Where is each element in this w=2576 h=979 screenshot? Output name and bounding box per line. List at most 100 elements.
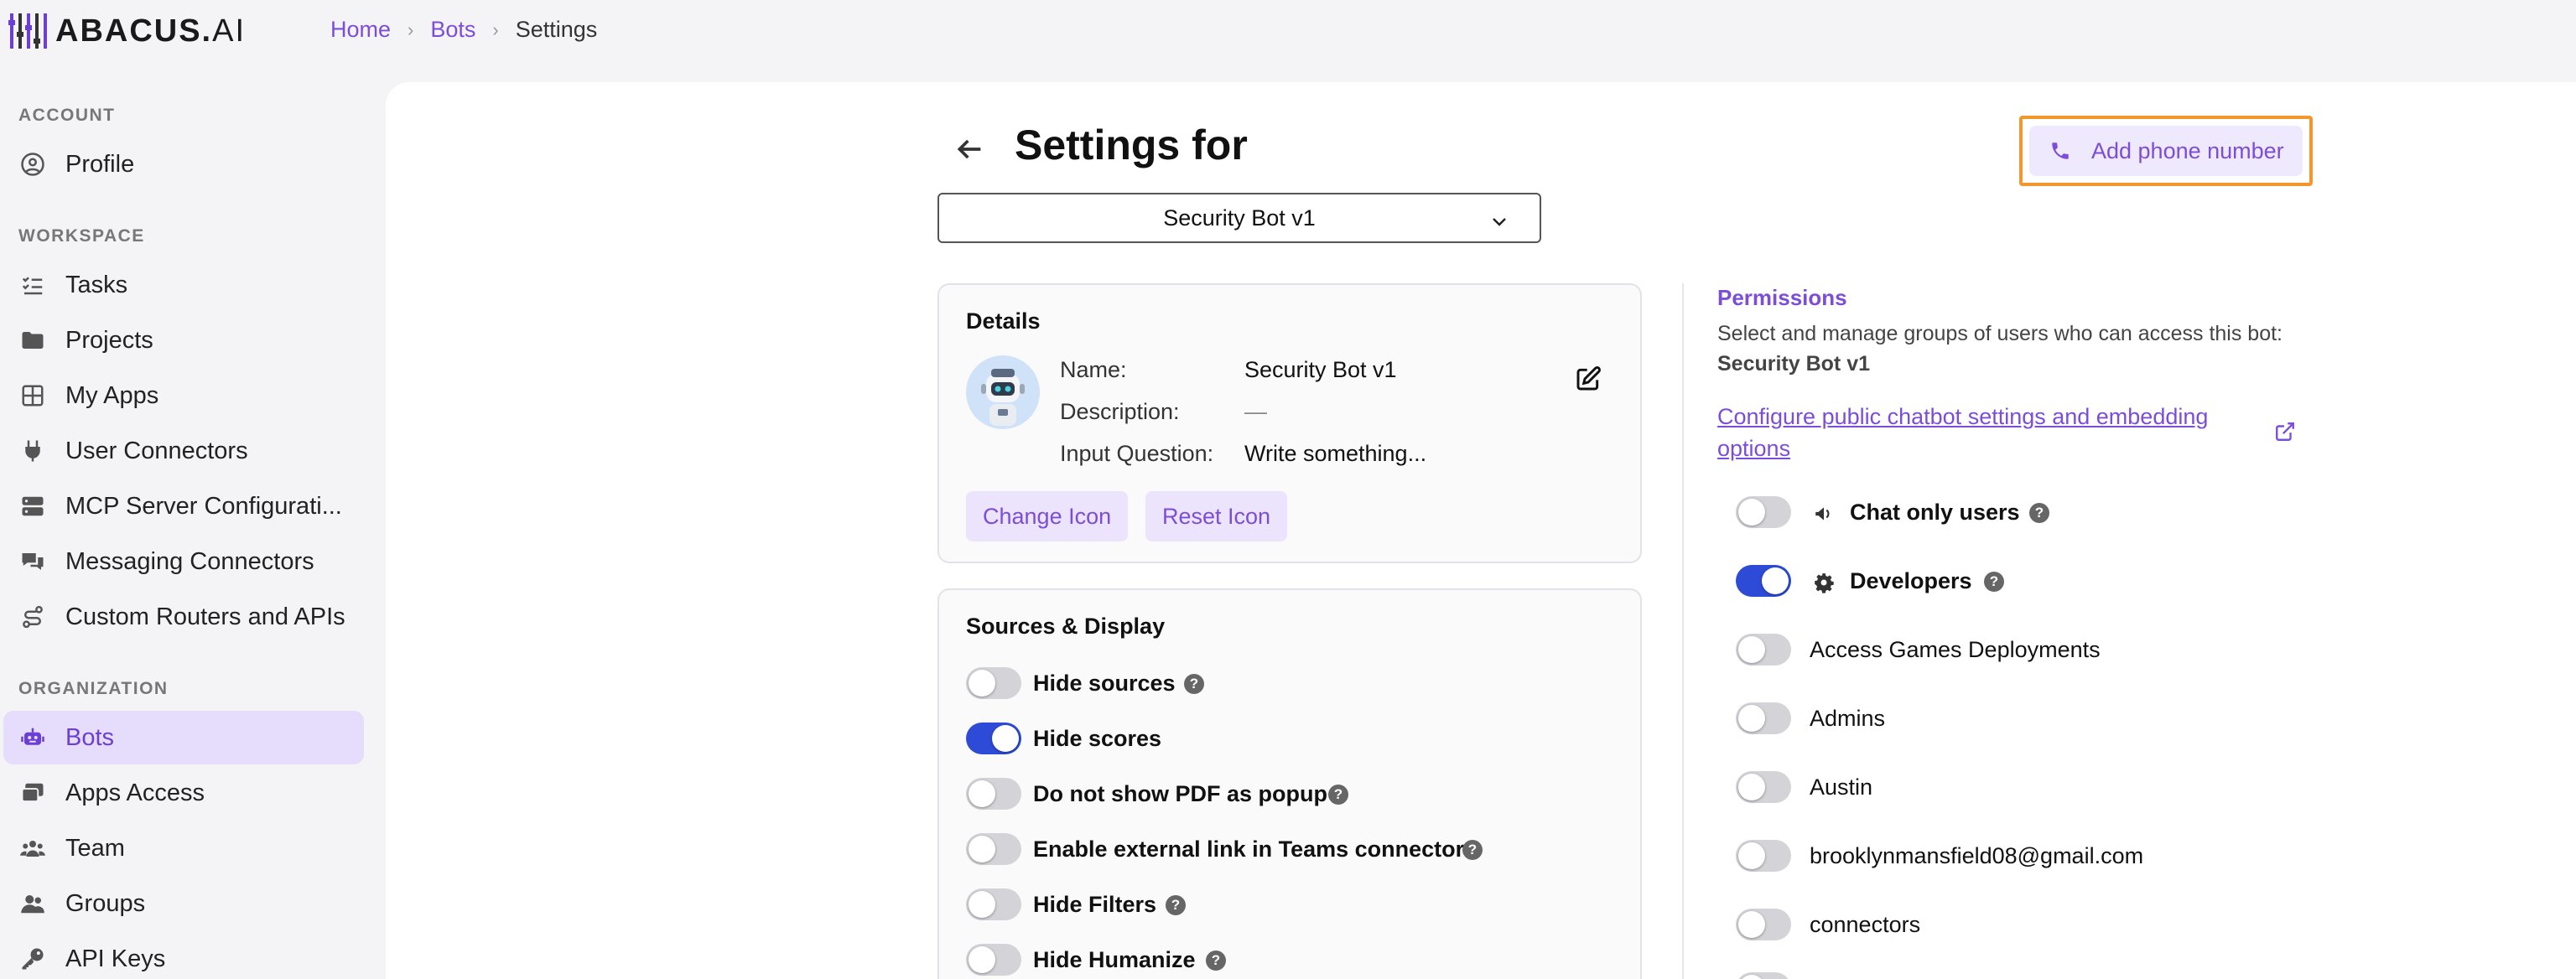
permissions-title: Permissions: [1717, 285, 1847, 310]
breadcrumb-current: Settings: [515, 17, 598, 42]
sidebar-item-projects[interactable]: Projects: [3, 313, 364, 367]
hide-humanize-toggle[interactable]: [966, 944, 1021, 976]
sidebar-item-user-connectors[interactable]: User Connectors: [3, 424, 364, 478]
sources-display-title: Sources & Display: [966, 614, 1166, 639]
sidebar-item-label: Tasks: [65, 271, 128, 298]
bot-avatar: [966, 355, 1040, 429]
chat-only-users-label: Chat only users: [1850, 500, 2020, 525]
chat-only-users-toggle[interactable]: [1736, 496, 1791, 528]
sidebar-item-my-apps[interactable]: My Apps: [3, 369, 364, 422]
austin-label: Austin: [1810, 774, 1873, 800]
plug-icon: [25, 440, 40, 462]
help-icon[interactable]: ?: [1462, 840, 1483, 860]
access-games-deployments-label: Access Games Deployments: [1810, 637, 2101, 662]
austin-toggle[interactable]: [1736, 771, 1791, 803]
brooklyn-email-toggle[interactable]: [1736, 840, 1791, 872]
sidebar: ACCOUNT Profile WORKSPACE Tasks Projects…: [0, 80, 386, 979]
help-icon[interactable]: ?: [1984, 572, 2004, 592]
help-icon[interactable]: ?: [2029, 503, 2049, 523]
hide-scores-label: Hide scores: [1033, 726, 1162, 751]
admins-label: Admins: [1810, 706, 1886, 731]
breadcrumb-separator: ›: [492, 18, 499, 40]
abacus-logo-icon: [8, 13, 47, 49]
sidebar-item-groups[interactable]: Groups: [3, 877, 364, 930]
breadcrumb: Home › Bots › Settings: [330, 17, 597, 43]
brooklyn-email-label: brooklynmansfield08@gmail.com: [1810, 843, 2144, 868]
folder-icon: [22, 332, 44, 349]
connectors-toggle[interactable]: [1736, 909, 1791, 940]
details-card: Details Name: Security Bot v1 Descriptio…: [937, 283, 1642, 563]
robot-avatar-icon: [981, 369, 1025, 426]
help-icon[interactable]: ?: [1328, 785, 1348, 805]
logo-text: ABACUS.AI: [55, 13, 247, 49]
apps-access-icon: [21, 783, 44, 802]
sidebar-item-label: MCP Server Configurati...: [65, 492, 342, 520]
pdf-popup-label: Do not show PDF as popup: [1033, 781, 1327, 806]
sidebar-item-messaging-connectors[interactable]: Messaging Connectors: [3, 535, 364, 588]
teams-external-link-toggle[interactable]: [966, 833, 1021, 865]
gear-icon: [1815, 573, 1834, 593]
sidebar-item-mcp-server[interactable]: MCP Server Configurati...: [3, 479, 364, 533]
details-title: Details: [966, 308, 1041, 334]
add-phone-label: Add phone number: [2091, 137, 2284, 163]
back-arrow-icon[interactable]: [953, 132, 986, 166]
admins-toggle[interactable]: [1736, 702, 1791, 734]
megaphone-icon: [1815, 507, 1830, 521]
edit-icon[interactable]: [1575, 365, 1602, 392]
change-icon-button[interactable]: Change Icon: [966, 491, 1129, 541]
access-games-deployments-toggle[interactable]: [1736, 634, 1791, 666]
help-icon[interactable]: ?: [1206, 951, 1226, 971]
team-icon: [20, 841, 45, 857]
bot-select-dropdown[interactable]: Security Bot v1: [937, 193, 1541, 243]
sidebar-item-custom-routers[interactable]: Custom Routers and APIs: [3, 590, 364, 644]
input-question-value: Write something...: [1244, 441, 1427, 466]
sidebar-item-apps-access[interactable]: Apps Access: [3, 766, 364, 820]
hide-filters-label: Hide Filters: [1033, 892, 1157, 917]
sidebar-item-team[interactable]: Team: [3, 821, 364, 875]
sidebar-item-bots[interactable]: Bots: [3, 711, 364, 764]
public-chatbot-settings-link[interactable]: Configure public chatbot settings and em…: [1717, 401, 2271, 464]
description-label: Description:: [1060, 399, 1180, 424]
user-circle-icon: [21, 153, 44, 176]
key-icon: [22, 948, 44, 970]
section-title-workspace: WORKSPACE: [18, 226, 145, 246]
sidebar-item-api-keys[interactable]: API Keys: [3, 932, 364, 979]
input-question-label: Input Question:: [1060, 441, 1214, 466]
sidebar-item-tasks[interactable]: Tasks: [3, 258, 364, 312]
add-phone-number-button[interactable]: Add phone number: [2029, 126, 2303, 176]
connectors-label: connectors: [1810, 912, 1921, 937]
pdf-popup-toggle[interactable]: [966, 778, 1021, 810]
sidebar-item-label: Profile: [65, 150, 135, 178]
breadcrumb-home[interactable]: Home: [330, 17, 391, 43]
developers-toggle[interactable]: [1736, 565, 1791, 597]
abacus-logo[interactable]: ABACUS.AI: [8, 10, 246, 52]
breadcrumb-bots[interactable]: Bots: [430, 17, 475, 43]
external-link-icon[interactable]: [2274, 421, 2296, 443]
name-value: Security Bot v1: [1244, 357, 1397, 382]
help-icon[interactable]: ?: [1184, 674, 1204, 694]
reset-icon-button[interactable]: Reset Icon: [1145, 491, 1288, 541]
sidebar-item-profile[interactable]: Profile: [3, 137, 364, 191]
teams-external-link-label: Enable external link in Teams connector: [1033, 837, 1465, 862]
hide-sources-label: Hide sources: [1033, 671, 1176, 696]
hide-scores-toggle[interactable]: [966, 723, 1021, 754]
hide-sources-toggle[interactable]: [966, 667, 1021, 699]
sidebar-item-label: Groups: [65, 889, 146, 917]
hide-filters-toggle[interactable]: [966, 888, 1021, 920]
grid-icon: [22, 385, 44, 407]
sidebar-item-label: Bots: [65, 723, 115, 751]
page-title: Settings for: [1015, 122, 1248, 168]
section-title-organization: ORGANIZATION: [18, 679, 169, 698]
route-icon: [23, 605, 43, 629]
help-icon[interactable]: ?: [1166, 895, 1186, 915]
server-icon: [22, 496, 44, 516]
breadcrumb-separator: ›: [408, 18, 414, 40]
chat-bubbles-icon: [22, 553, 44, 570]
section-title-account: ACCOUNT: [18, 106, 116, 125]
description-value: —: [1244, 399, 1267, 424]
permissions-divider: [1682, 283, 1684, 979]
selected-bot-label: Security Bot v1: [1163, 205, 1316, 231]
developers-label: Developers: [1850, 568, 1972, 593]
sidebar-item-label: My Apps: [65, 381, 159, 409]
phone-icon: [2052, 142, 2069, 159]
